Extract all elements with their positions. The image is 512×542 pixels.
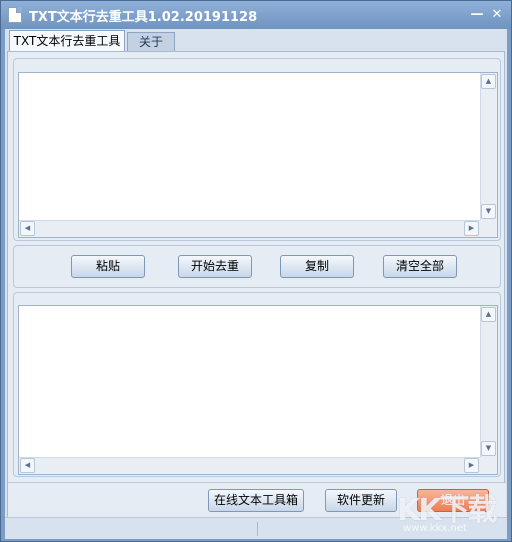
tab-about[interactable]: 关于 bbox=[127, 32, 175, 51]
scroll-up-icon[interactable]: ▲ bbox=[481, 307, 496, 322]
output-vertical-scrollbar[interactable]: ▲ ▼ bbox=[480, 306, 497, 458]
output-group: ▲ ▼ ◀ ▶ bbox=[13, 292, 501, 477]
watermark-url: www.kkx.net bbox=[403, 523, 467, 534]
input-horizontal-scrollbar[interactable]: ◀ ▶ bbox=[19, 220, 481, 237]
clear-all-button[interactable]: 清空全部 bbox=[383, 255, 457, 278]
software-update-button[interactable]: 软件更新 bbox=[325, 489, 397, 512]
input-group: ▲ ▼ ◀ ▶ bbox=[13, 58, 501, 241]
action-button-group: 粘贴 开始去重 复制 清空全部 bbox=[13, 245, 501, 288]
document-icon bbox=[8, 7, 22, 23]
scroll-right-icon[interactable]: ▶ bbox=[464, 458, 479, 473]
scroll-left-icon[interactable]: ◀ bbox=[20, 221, 35, 236]
watermark: KK下载 www.kkx.net bbox=[397, 483, 509, 541]
client-area: TXT文本行去重工具 关于 ▲ ▼ ◀ ▶ 粘贴 开始去重 复制 清空全部 ▲ … bbox=[5, 29, 507, 539]
start-dedupe-button[interactable]: 开始去重 bbox=[178, 255, 252, 278]
app-window: TXT文本行去重工具1.02.20191128 — ✕ TXT文本行去重工具 关… bbox=[0, 0, 512, 542]
output-horizontal-scrollbar[interactable]: ◀ ▶ bbox=[19, 457, 481, 474]
scroll-corner bbox=[480, 220, 497, 237]
scroll-left-icon[interactable]: ◀ bbox=[20, 458, 35, 473]
tab-page: ▲ ▼ ◀ ▶ 粘贴 开始去重 复制 清空全部 ▲ ▼ ◀ ▶ 在线文本工具箱 … bbox=[7, 51, 506, 536]
input-textarea[interactable]: ▲ ▼ ◀ ▶ bbox=[18, 72, 498, 238]
scroll-down-icon[interactable]: ▼ bbox=[481, 204, 496, 219]
output-textarea[interactable]: ▲ ▼ ◀ ▶ bbox=[18, 305, 498, 475]
scroll-right-icon[interactable]: ▶ bbox=[464, 221, 479, 236]
scroll-down-icon[interactable]: ▼ bbox=[481, 441, 496, 456]
tab-dedupe-tool[interactable]: TXT文本行去重工具 bbox=[9, 30, 125, 51]
tab-bar: TXT文本行去重工具 关于 bbox=[5, 29, 507, 51]
scroll-up-icon[interactable]: ▲ bbox=[481, 74, 496, 89]
window-title: TXT文本行去重工具1.02.20191128 bbox=[29, 10, 258, 25]
title-bar[interactable]: TXT文本行去重工具1.02.20191128 — ✕ bbox=[1, 1, 511, 29]
paste-button[interactable]: 粘贴 bbox=[71, 255, 145, 278]
input-vertical-scrollbar[interactable]: ▲ ▼ bbox=[480, 73, 497, 221]
status-separator bbox=[257, 522, 258, 536]
online-toolbox-button[interactable]: 在线文本工具箱 bbox=[208, 489, 304, 512]
scroll-corner bbox=[480, 457, 497, 474]
copy-button[interactable]: 复制 bbox=[280, 255, 354, 278]
minimize-button[interactable]: — bbox=[467, 5, 487, 24]
close-button[interactable]: ✕ bbox=[487, 5, 507, 24]
